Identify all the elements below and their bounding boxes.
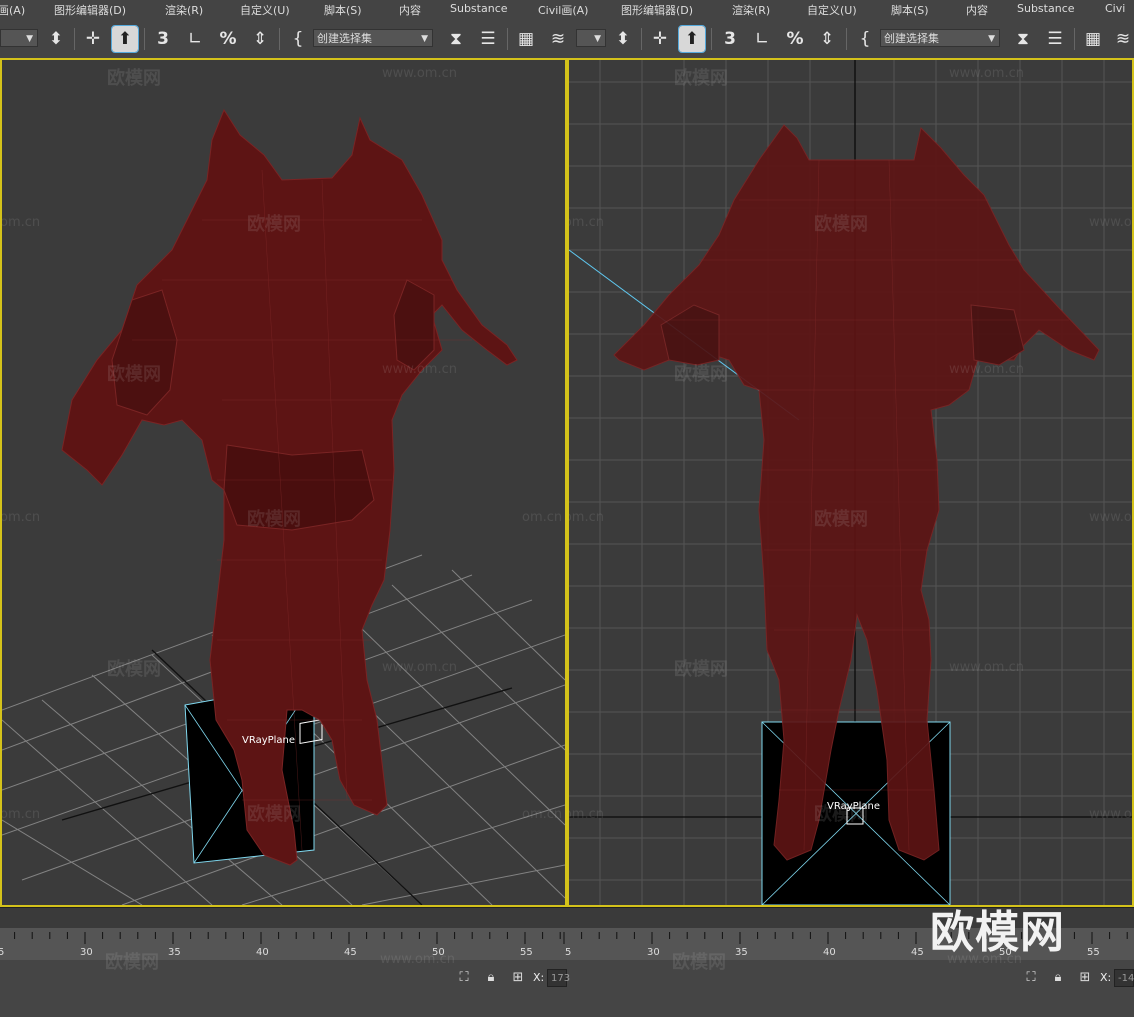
frame-number: 30 (80, 947, 93, 958)
spinner-snap-icon[interactable]: ⇕ (247, 26, 273, 52)
frame-number: 40 (256, 947, 269, 958)
scene-explorer-icon[interactable]: ▦ (513, 26, 539, 52)
toolbar-separator (279, 28, 280, 50)
vrayplane-label: VRayPlane (242, 735, 296, 746)
layer-explorer-icon-2[interactable]: ≋ (1110, 26, 1134, 52)
menu-item-rendering[interactable]: 渲染(R) (165, 2, 203, 18)
percent-snap-icon-2[interactable]: % (782, 26, 808, 52)
front-scene (569, 60, 1132, 905)
menu-item-content[interactable]: 内容 (399, 2, 421, 18)
menu-item-customize-2[interactable]: 自定义(U) (807, 2, 857, 18)
absolute-mode-icon-2[interactable]: ⊞ (1077, 970, 1093, 986)
toolbar-separator (641, 28, 642, 50)
x-coordinate-label: X: (533, 971, 545, 984)
layer-explorer-icon[interactable]: ≋ (545, 26, 571, 52)
selection-filter-dropdown-2[interactable]: ▼ (576, 29, 606, 47)
selection-filter-dropdown[interactable]: ▼ (0, 29, 38, 47)
menu-item-civil-animation[interactable]: Civil画(A) (538, 2, 588, 18)
menu-item-content-2[interactable]: 内容 (966, 2, 988, 18)
named-selection-set-dropdown[interactable]: 创建选择集 ▼ (313, 29, 433, 47)
snap-toggle-icon[interactable]: 3 (150, 26, 176, 52)
align-icon[interactable]: ☰ (475, 26, 501, 52)
toolbar-separator (846, 28, 847, 50)
select-move-icon[interactable]: ✛ (80, 26, 106, 52)
perspective-scene (2, 108, 565, 905)
spinner-snap-icon-2[interactable]: ⇕ (814, 26, 840, 52)
angle-snap-icon-2[interactable]: ∟ (749, 26, 775, 52)
menu-item-scripting-2[interactable]: 脚本(S) (891, 2, 929, 18)
select-manipulate-icon[interactable]: ⬆ (111, 25, 139, 53)
named-selection-set-dropdown-2[interactable]: 创建选择集 ▼ (880, 29, 1000, 47)
align-icon-2[interactable]: ☰ (1042, 26, 1068, 52)
frame-number: 55 (1087, 947, 1100, 958)
frame-number: 5 (0, 947, 5, 958)
menu-item-customize[interactable]: 自定义(U) (240, 2, 290, 18)
toolbar-separator (74, 28, 75, 50)
select-object-icon-2[interactable]: ⬍ (610, 26, 636, 52)
perspective-viewport[interactable]: 欧模网 www.om.cn om.cn 欧模网 欧模网 www.om.cn om… (0, 58, 567, 907)
vrayplane-label: VRayPlane (827, 801, 881, 812)
main-toolbar: ▼ ⬍ ✛ ⬆ 3 ∟ % ⇕ { 创建选择集 ▼ ⧗ ☰ ▦ ≋ ▼ ⬍ ✛ ⬆… (0, 20, 1134, 59)
frame-number: 45 (344, 947, 357, 958)
select-object-icon[interactable]: ⬍ (43, 26, 69, 52)
menu-item-substance[interactable]: Substance (450, 2, 508, 15)
select-manipulate-icon-2[interactable]: ⬆ (678, 25, 706, 53)
toolbar-separator (144, 28, 145, 50)
frame-number: 50 (432, 947, 445, 958)
percent-snap-icon[interactable]: % (215, 26, 241, 52)
brand-watermark: 欧模网 (930, 907, 1065, 958)
toolbar-separator (1074, 28, 1075, 50)
toolbar-separator (711, 28, 712, 50)
absolute-mode-icon[interactable]: ⊞ (510, 970, 526, 986)
menu-item-graph-editors[interactable]: 图形编辑器(D) (54, 2, 126, 18)
selection-lock-icon-2[interactable]: 🔒︎ (1050, 970, 1066, 986)
menu-bar: 画(A) 图形编辑器(D) 渲染(R) 自定义(U) 脚本(S) 内容 Subs… (0, 0, 1134, 20)
x-coordinate-field-2[interactable]: -14 (1114, 969, 1134, 987)
select-move-icon-2[interactable]: ✛ (647, 26, 673, 52)
scene-explorer-icon-2[interactable]: ▦ (1080, 26, 1106, 52)
menu-item-animation[interactable]: 画(A) (0, 2, 25, 18)
front-viewport[interactable]: 欧模网 www.om.cn www.om.cn 欧模网 www.om.cn 欧模… (567, 58, 1134, 907)
menu-item-graph-editors-2[interactable]: 图形编辑器(D) (621, 2, 693, 18)
menu-item-civil-2[interactable]: Civi (1105, 2, 1125, 15)
x-coordinate-label-2: X: (1100, 971, 1112, 984)
frame-number: 5 (565, 947, 572, 958)
selection-lock-icon[interactable]: 🔒︎ (483, 970, 499, 986)
frame-number: 35 (735, 947, 748, 958)
isolate-selection-icon[interactable]: ⛶ (456, 970, 472, 986)
frame-number: 45 (911, 947, 924, 958)
edit-named-selection-icon[interactable]: { (285, 26, 311, 52)
snap-toggle-icon-2[interactable]: 3 (717, 26, 743, 52)
x-coordinate-field[interactable]: 173 (547, 969, 570, 987)
isolate-selection-icon-2[interactable]: ⛶ (1023, 970, 1039, 986)
status-bar: ⛶ 🔒︎ ⊞ X: 173 ⛶ 🔒︎ ⊞ X: -14 欧模网 www.om.c… (0, 952, 1134, 1017)
frame-number: 35 (168, 947, 181, 958)
toolbar-separator (507, 28, 508, 50)
menu-item-rendering-2[interactable]: 渲染(R) (732, 2, 770, 18)
angle-snap-icon[interactable]: ∟ (182, 26, 208, 52)
frame-number: 55 (520, 947, 533, 958)
mirror-icon[interactable]: ⧗ (443, 26, 469, 52)
edit-named-selection-icon-2[interactable]: { (852, 26, 878, 52)
frame-number: 30 (647, 947, 660, 958)
menu-item-scripting[interactable]: 脚本(S) (324, 2, 362, 18)
frame-number: 40 (823, 947, 836, 958)
mirror-icon-2[interactable]: ⧗ (1010, 26, 1036, 52)
menu-item-substance-2[interactable]: Substance (1017, 2, 1075, 15)
